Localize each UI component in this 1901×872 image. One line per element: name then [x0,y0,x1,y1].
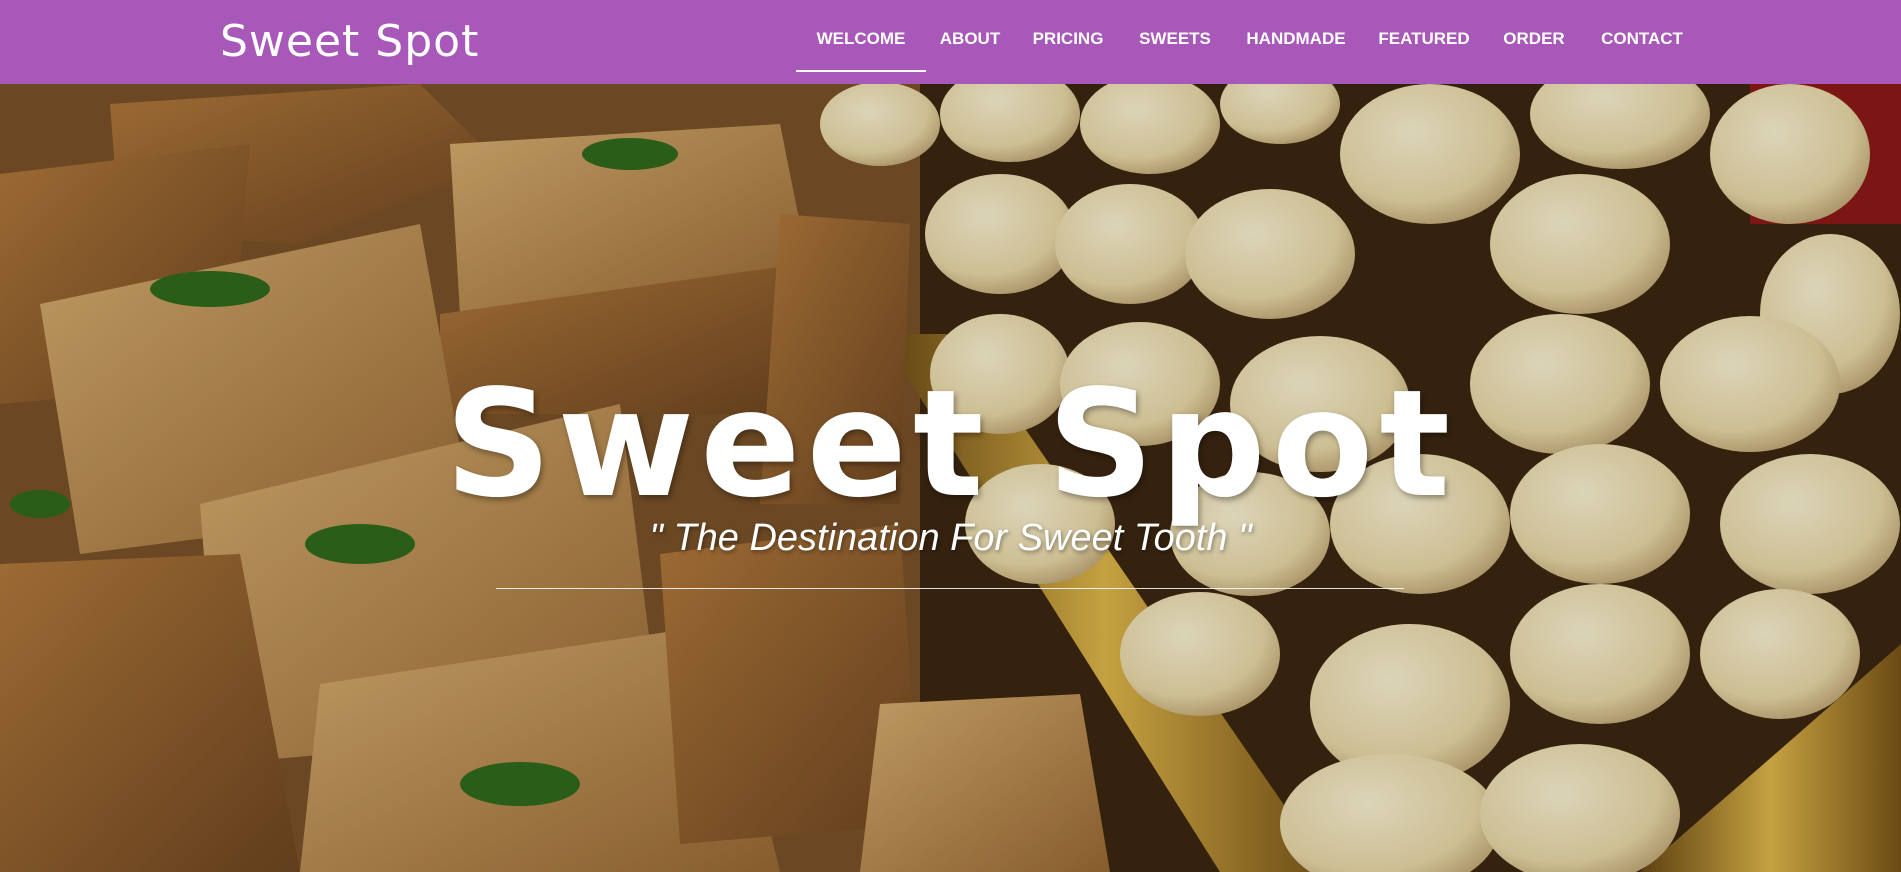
nav-welcome[interactable]: WELCOME [796,0,926,84]
nav-order[interactable]: ORDER [1484,0,1584,84]
nav-pricing[interactable]: PRICING [1014,0,1122,84]
nav-featured[interactable]: FEATURED [1364,0,1484,84]
navbar: Sweet Spot WELCOME ABOUT PRICING SWEETS … [0,0,1901,84]
hero-section: Sweet Spot " The Destination For Sweet T… [0,84,1901,872]
nav-about[interactable]: ABOUT [926,0,1014,84]
nav-handmade[interactable]: HANDMADE [1228,0,1364,84]
hero-divider [496,588,1404,589]
nav-sweets[interactable]: SWEETS [1122,0,1228,84]
nav-contact[interactable]: CONTACT [1584,0,1700,84]
hero-tagline: " The Destination For Sweet Tooth " [649,517,1252,559]
main-nav: WELCOME ABOUT PRICING SWEETS HANDMADE FE… [0,0,1901,84]
hero-title: Sweet Spot [444,358,1457,530]
